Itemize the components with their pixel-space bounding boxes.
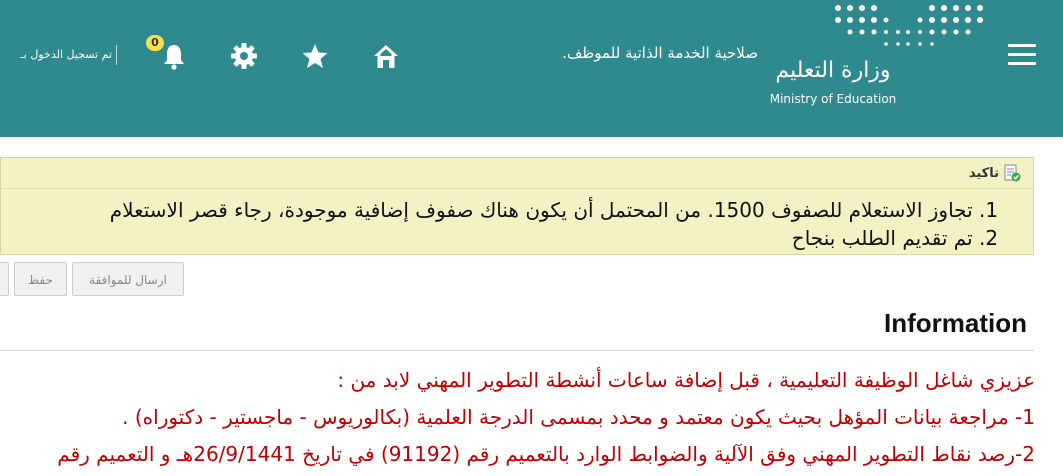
ministry-logo[interactable]: وزارة التعليم Ministry of Education [748, 0, 983, 118]
alert-title: تاكيد [969, 164, 1021, 182]
hamburger-icon[interactable] [1008, 44, 1036, 66]
checked-document-icon [1004, 164, 1021, 182]
alert-title-text: تاكيد [968, 165, 999, 181]
alert-item: 2. تم تقديم الطلب بنجاح [0, 224, 1019, 252]
alert-divider [1, 188, 1033, 189]
confirmation-alert: تاكيد 1. تجاوز الاستعلام للصفوف 1500. من… [0, 157, 1034, 255]
home-icon[interactable] [370, 40, 402, 72]
submit-for-approval-button[interactable]: ارسال للموافقة [72, 262, 184, 296]
information-title: Information [884, 308, 1027, 338]
alert-item-text: تم تقديم الطلب بنجاح [791, 226, 973, 250]
logo-dots-icon [835, 5, 983, 46]
alert-messages: 1. تجاوز الاستعلام للصفوف 1500. من المحت… [0, 196, 1019, 252]
save-button[interactable]: حفظ [14, 262, 67, 296]
info-line: عزيزي شاغل الوظيفة التعليمية ، قبل إضافة… [337, 368, 1035, 392]
login-status-text[interactable]: تم تسجيل الدخول بـ [0, 48, 112, 61]
ministry-name-arabic: وزارة التعليم [775, 58, 891, 83]
info-line: 1- مراجعة بيانات المؤهل بحيث يكون معتمد … [122, 405, 1035, 429]
top-header: وزارة التعليم Ministry of Education صلاح… [0, 0, 1063, 137]
alert-item-number: 1. [979, 198, 999, 222]
notification-count-badge: 0 [146, 35, 164, 51]
ministry-name-english: Ministry of Education [769, 92, 897, 106]
information-divider [0, 350, 1034, 351]
hidden-action-button[interactable] [0, 262, 9, 296]
alert-item-text: تجاوز الاستعلام للصفوف 1500. من المحتمل … [109, 198, 973, 222]
gear-icon[interactable] [228, 40, 260, 72]
star-icon[interactable] [299, 40, 331, 72]
page-heading: صلاحية الخدمة الذاتية للموظف. [562, 44, 758, 62]
info-line: 2-رصد نقاط التطوير المهني وفق الآلية وال… [57, 442, 1035, 466]
header-separator [116, 45, 117, 65]
alert-item-number: 2. [979, 226, 999, 250]
alert-item: 1. تجاوز الاستعلام للصفوف 1500. من المحت… [0, 196, 1019, 224]
information-body: عزيزي شاغل الوظيفة التعليمية ، قبل إضافة… [0, 362, 1035, 473]
